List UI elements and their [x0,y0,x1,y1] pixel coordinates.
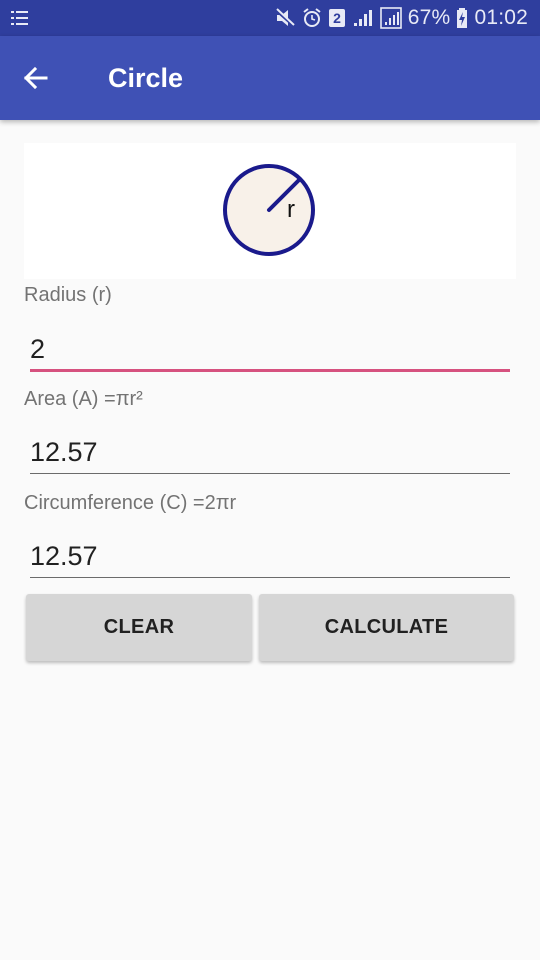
radius-label: Radius (r) [24,284,112,306]
radius-input-underline [30,369,510,372]
alarm-icon [303,8,321,27]
notification-list-icon [11,11,28,25]
svg-text:2: 2 [333,10,341,26]
area-input[interactable] [30,433,510,471]
clock: 01:02 [474,6,528,29]
radius-label: r [287,196,295,223]
area-input-underline [30,473,510,474]
circumference-label: Circumference (C) =2πr [24,492,237,514]
battery-percent: 67% [407,6,451,29]
sim-2-icon: 2 [328,9,345,27]
app-bar: Circle [0,36,540,120]
area-label: Area (A) =πr² [24,388,143,410]
signal-icon [353,10,372,26]
battery-charging-icon [457,8,468,28]
circle-diagram-panel: r [24,143,516,279]
clear-button[interactable]: CLEAR [26,594,252,661]
calculate-button[interactable]: CALCULATE [259,594,514,661]
circumference-input-underline [30,577,510,578]
arrow-back-icon[interactable] [18,60,54,96]
circumference-input[interactable] [30,537,510,575]
signal-boxed-icon [379,7,402,29]
page-title: Circle [108,63,184,93]
mute-icon [274,8,295,28]
radius-input[interactable] [30,330,510,368]
circle-diagram: r [223,164,315,256]
status-bar: 2 67% 01:02 [0,0,540,36]
